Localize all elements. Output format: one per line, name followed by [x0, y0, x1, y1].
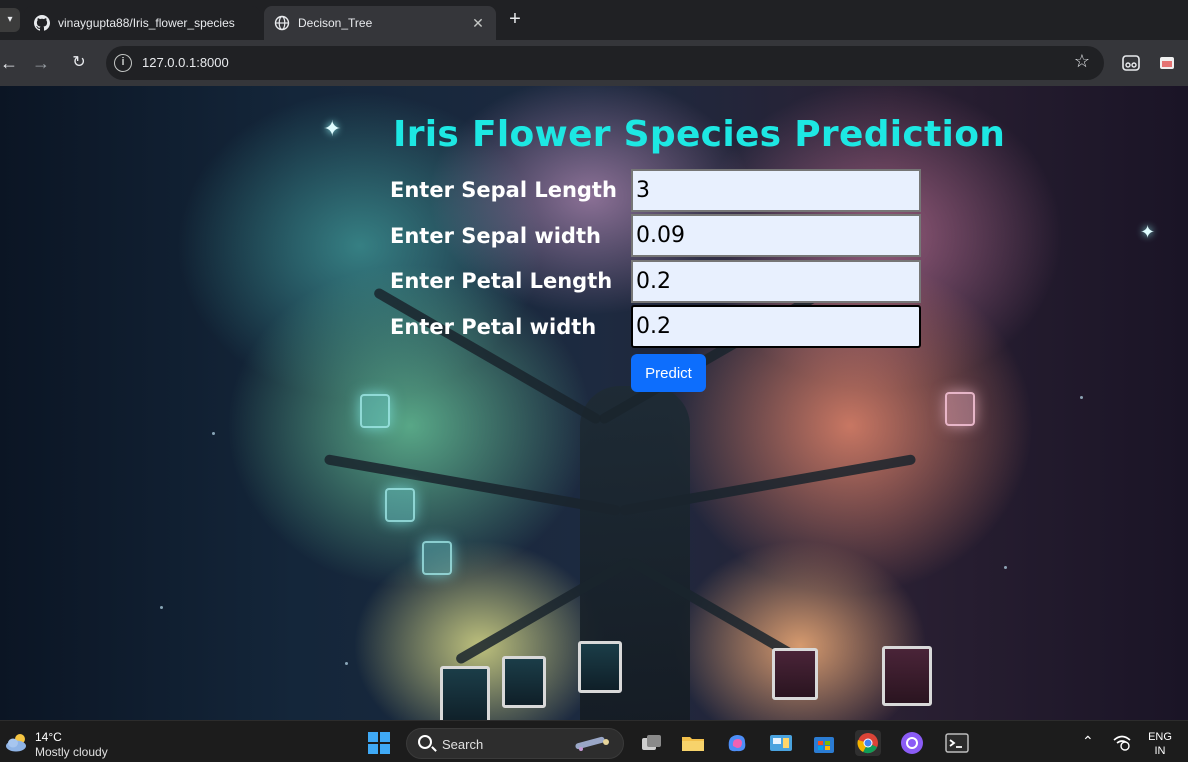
tab-github-repo[interactable]: vinaygupta88/Iris_flower_species	[24, 6, 260, 40]
petal-length-input[interactable]	[631, 260, 921, 303]
sepal-length-input[interactable]	[631, 169, 921, 212]
tree-branch-decoration	[323, 453, 621, 516]
sparkle-decoration: ✦	[323, 116, 342, 141]
tab-search-chevron-icon[interactable]: ▾	[0, 8, 20, 32]
windows-taskbar: 14°C Mostly cloudy Search ⌃ ENG IN	[0, 720, 1188, 762]
sepal-width-label: Enter Sepal width	[390, 224, 601, 248]
url-text[interactable]: 127.0.0.1:8000	[142, 55, 229, 70]
star-dot-decoration	[1080, 396, 1083, 399]
browser-toolbar: ← → ↻ i 127.0.0.1:8000 ☆	[0, 40, 1188, 86]
star-dot-decoration	[1004, 566, 1007, 569]
page-title: Iris Flower Species Prediction	[393, 114, 1006, 155]
chrome-icon[interactable]	[855, 730, 881, 756]
widget-app-icon[interactable]	[768, 730, 794, 756]
tab-title: Decison_Tree	[298, 16, 373, 30]
tree-branch-decoration	[372, 286, 603, 426]
weather-temperature[interactable]: 14°C	[35, 730, 62, 744]
star-dot-decoration	[345, 662, 348, 665]
network-status-icon[interactable]	[1112, 733, 1132, 751]
bookmark-star-icon[interactable]: ☆	[1074, 51, 1090, 72]
reload-icon[interactable]: ↻	[68, 52, 90, 74]
search-icon	[418, 735, 432, 749]
weather-condition[interactable]: Mostly cloudy	[35, 745, 108, 759]
extension-icon[interactable]	[1122, 54, 1140, 72]
tab-title: vinaygupta88/Iris_flower_species	[58, 16, 235, 30]
picture-frame-decoration	[882, 646, 932, 706]
file-explorer-icon[interactable]	[680, 730, 706, 756]
sparkle-decoration: ✦	[1140, 222, 1156, 242]
taskbar-search-box[interactable]: Search	[406, 728, 624, 759]
windows-start-icon[interactable]	[368, 732, 390, 754]
petal-width-label: Enter Petal width	[390, 315, 597, 339]
lantern-decoration	[945, 392, 975, 426]
address-bar[interactable]: i 127.0.0.1:8000 ☆	[106, 46, 1104, 80]
picture-frame-decoration	[440, 666, 490, 720]
tab-strip: ▾ vinaygupta88/Iris_flower_species Decis…	[0, 0, 1188, 40]
forward-arrow-icon[interactable]: →	[30, 52, 52, 74]
lantern-decoration	[360, 394, 390, 428]
lantern-decoration	[422, 541, 452, 575]
site-info-icon[interactable]: i	[114, 54, 132, 72]
github-icon	[34, 15, 50, 31]
sepal-width-input[interactable]	[631, 214, 921, 257]
microsoft-store-icon[interactable]	[811, 730, 837, 756]
new-tab-button[interactable]: +	[504, 8, 526, 32]
back-arrow-icon[interactable]: ←	[0, 52, 20, 74]
task-view-icon[interactable]	[638, 730, 664, 756]
picture-frame-decoration	[772, 648, 818, 700]
close-tab-icon[interactable]: ✕	[470, 15, 486, 32]
globe-icon	[274, 15, 290, 31]
sepal-length-label: Enter Sepal Length	[390, 178, 617, 202]
cloud-weather-icon[interactable]	[4, 731, 30, 753]
page-background: ✦ ✦ Iris Flower Species Prediction Enter…	[0, 86, 1188, 720]
lantern-decoration	[385, 488, 415, 522]
search-label: Search	[442, 737, 484, 752]
keyboard-region: IN	[1154, 745, 1166, 757]
picture-frame-decoration	[578, 641, 622, 693]
profile-window-icon[interactable]	[1158, 54, 1176, 72]
search-highlight-art-icon	[575, 736, 609, 751]
tab-decision-tree[interactable]: Decison_Tree ✕	[264, 6, 496, 40]
star-dot-decoration	[212, 432, 215, 435]
predict-button[interactable]: Predict	[631, 354, 706, 392]
language-code: ENG	[1148, 731, 1172, 743]
language-indicator[interactable]: ENG IN	[1147, 730, 1173, 758]
petal-width-input[interactable]	[631, 305, 921, 348]
star-dot-decoration	[160, 606, 163, 609]
picture-frame-decoration	[502, 656, 546, 708]
github-desktop-icon[interactable]	[899, 730, 925, 756]
petal-length-label: Enter Petal Length	[390, 269, 613, 293]
copilot-icon[interactable]	[724, 730, 750, 756]
terminal-icon[interactable]	[944, 730, 970, 756]
show-hidden-icons-chevron-icon[interactable]: ⌃	[1082, 733, 1094, 750]
